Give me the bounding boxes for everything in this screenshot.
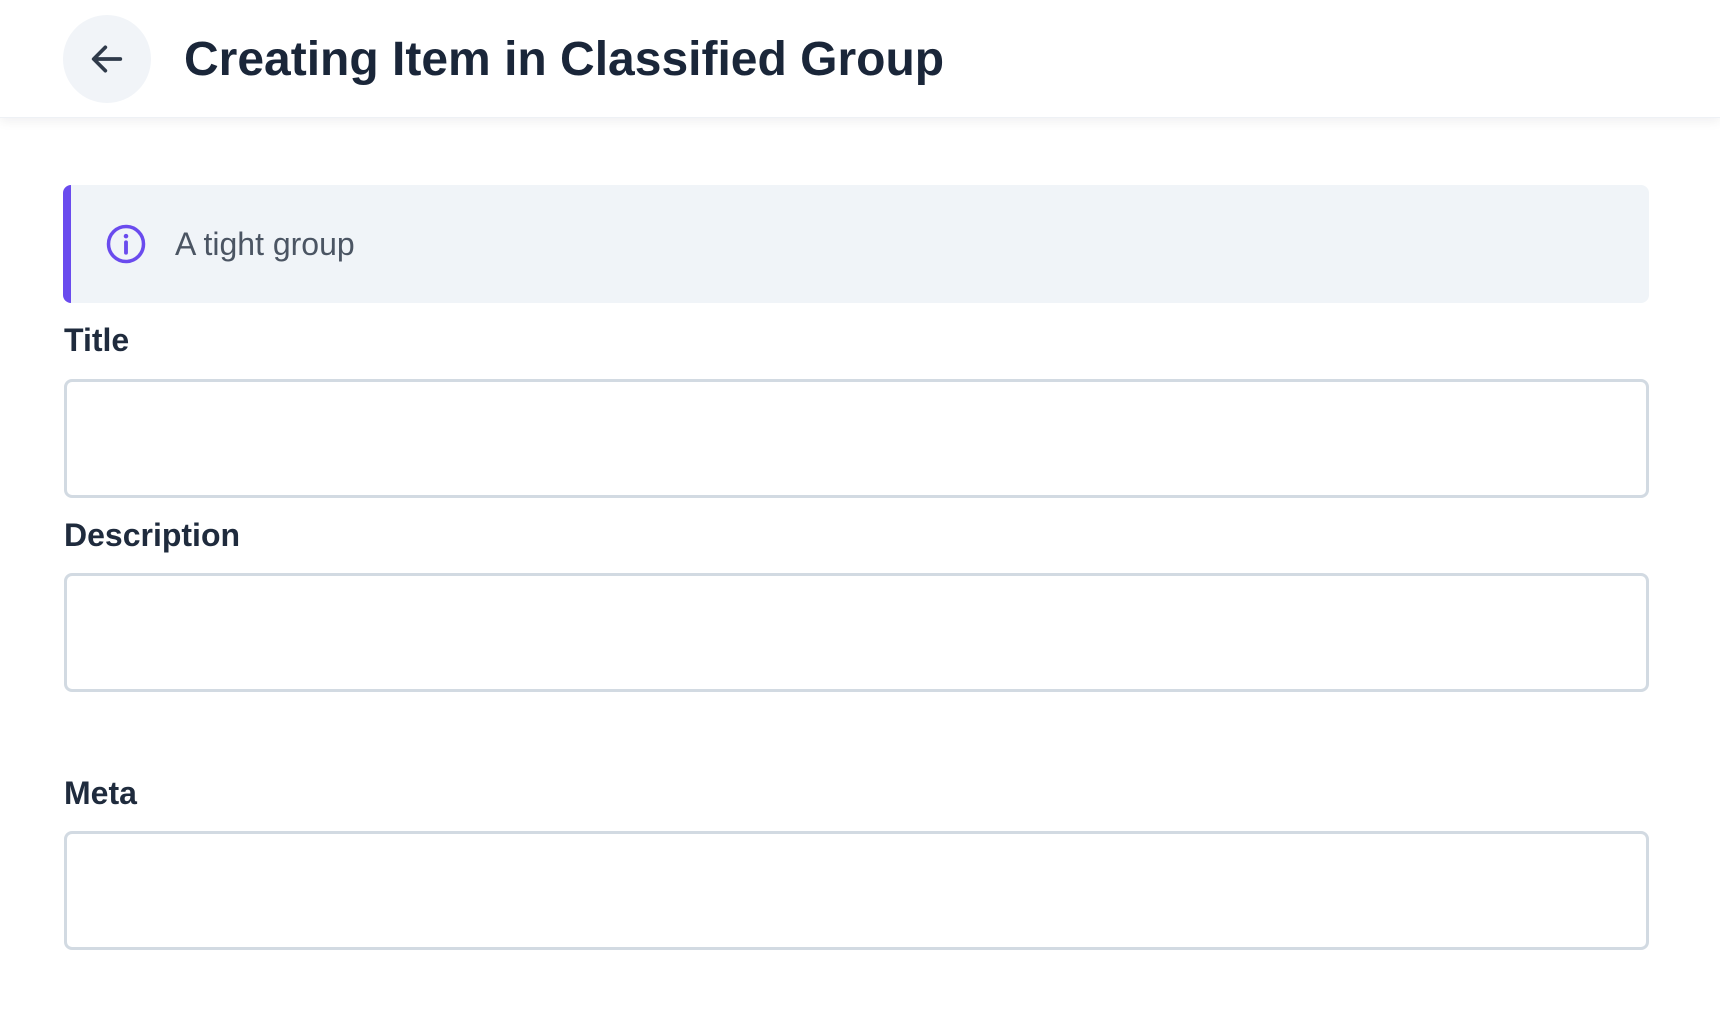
description-input[interactable] [64,573,1649,692]
page-title: Creating Item in Classified Group [184,33,945,86]
back-button[interactable] [63,15,151,103]
info-banner-text: A tight group [175,226,355,262]
info-circle-icon [105,223,147,265]
meta-input[interactable] [64,831,1649,950]
arrow-left-icon [87,39,127,79]
title-label: Title [64,322,130,358]
description-label: Description [64,517,241,553]
info-banner: A tight group [63,185,1649,303]
meta-label: Meta [64,775,137,811]
page-header: Creating Item in Classified Group [0,0,1720,118]
title-input[interactable] [64,379,1649,498]
